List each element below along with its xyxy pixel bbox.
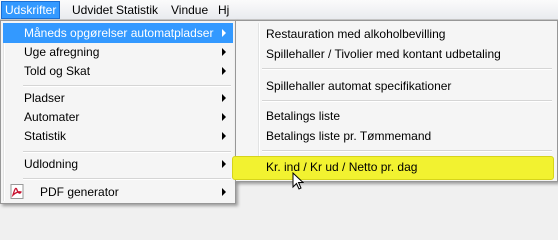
- menubar: Udskrifter Udvidet Statistik Vindue Hj: [0, 0, 558, 20]
- mouse-pointer-icon: [292, 172, 304, 190]
- submenu-item-betalings-liste[interactable]: Betalings liste: [238, 106, 555, 126]
- menu-item-told-og-skat[interactable]: Told og Skat: [3, 61, 233, 81]
- menubar-item-hjaelp[interactable]: Hj: [215, 2, 232, 18]
- submenu-item-automat-specifikationer[interactable]: Spillehaller automat specifikationer: [238, 76, 555, 96]
- submenu-arrow-icon: [222, 94, 226, 102]
- pdf-icon: [10, 184, 24, 199]
- submenu-arrow-icon: [222, 67, 226, 75]
- menu-item-label: Udlodning: [24, 157, 79, 171]
- submenu-arrow-icon: [222, 29, 226, 37]
- submenu-separator: [262, 150, 552, 152]
- submenu-arrow-icon: [222, 113, 226, 121]
- submenu-item-spillehaller-tivolier[interactable]: Spillehaller / Tivolier med kontant udbe…: [238, 44, 555, 64]
- maaneds-opgoerelser-submenu: Restauration med alkoholbevilling Spille…: [232, 20, 558, 182]
- submenu-item-betalings-liste-toemmemand[interactable]: Betalings liste pr. Tømmemand: [238, 126, 555, 146]
- submenu-item-kr-ind-kr-ud-netto[interactable]: Kr. ind / Kr ud / Netto pr. dag: [238, 157, 555, 177]
- submenu-item-restauration[interactable]: Restauration med alkoholbevilling: [238, 24, 555, 44]
- submenu-arrow-icon: [222, 132, 226, 140]
- menu-item-pladser[interactable]: Pladser: [3, 88, 233, 108]
- menu-item-label: Måneds opgørelser automatpladser: [24, 26, 214, 40]
- submenu-item-label: Restauration med alkoholbevilling: [266, 27, 446, 41]
- submenu-arrow-icon: [222, 160, 226, 168]
- submenu-arrow-icon: [222, 188, 226, 196]
- submenu-item-label: Kr. ind / Kr ud / Netto pr. dag: [266, 160, 418, 174]
- menu-separator: [23, 151, 231, 153]
- submenu-item-label: Betalings liste: [266, 109, 341, 123]
- submenu-separator: [262, 100, 552, 102]
- menu-item-uge-afregning[interactable]: Uge afregning: [3, 42, 233, 62]
- menu-item-pdf-generator[interactable]: PDF generator: [3, 182, 233, 202]
- menu-item-automater[interactable]: Automater: [3, 107, 233, 127]
- menu-separator: [23, 178, 231, 180]
- menu-item-label: Told og Skat: [24, 64, 91, 78]
- menu-item-statistik[interactable]: Statistik: [3, 126, 233, 146]
- menu-item-label: Uge afregning: [24, 45, 100, 59]
- submenu-item-label: Spillehaller automat specifikationer: [266, 79, 452, 93]
- submenu-separator: [262, 68, 552, 70]
- menu-item-label: Pladser: [24, 91, 65, 105]
- menu-separator: [23, 85, 231, 87]
- menubar-item-udskrifter[interactable]: Udskrifter: [1, 1, 61, 19]
- menu-item-label: Automater: [24, 110, 80, 124]
- menu-item-label: PDF generator: [40, 185, 119, 199]
- submenu-item-label: Betalings liste pr. Tømmemand: [266, 129, 432, 143]
- menu-item-maaneds-opgoerelser[interactable]: Måneds opgørelser automatpladser: [3, 23, 233, 43]
- submenu-arrow-icon: [222, 48, 226, 56]
- submenu-item-label: Spillehaller / Tivolier med kontant udbe…: [266, 47, 501, 61]
- menubar-item-vindue[interactable]: Vindue: [168, 2, 211, 18]
- menu-item-label: Statistik: [24, 129, 67, 143]
- menubar-item-udvidet-statistik[interactable]: Udvidet Statistik: [69, 2, 161, 18]
- menu-item-udlodning[interactable]: Udlodning: [3, 154, 233, 174]
- udskrifter-menu: Måneds opgørelser automatpladser Uge afr…: [0, 20, 236, 204]
